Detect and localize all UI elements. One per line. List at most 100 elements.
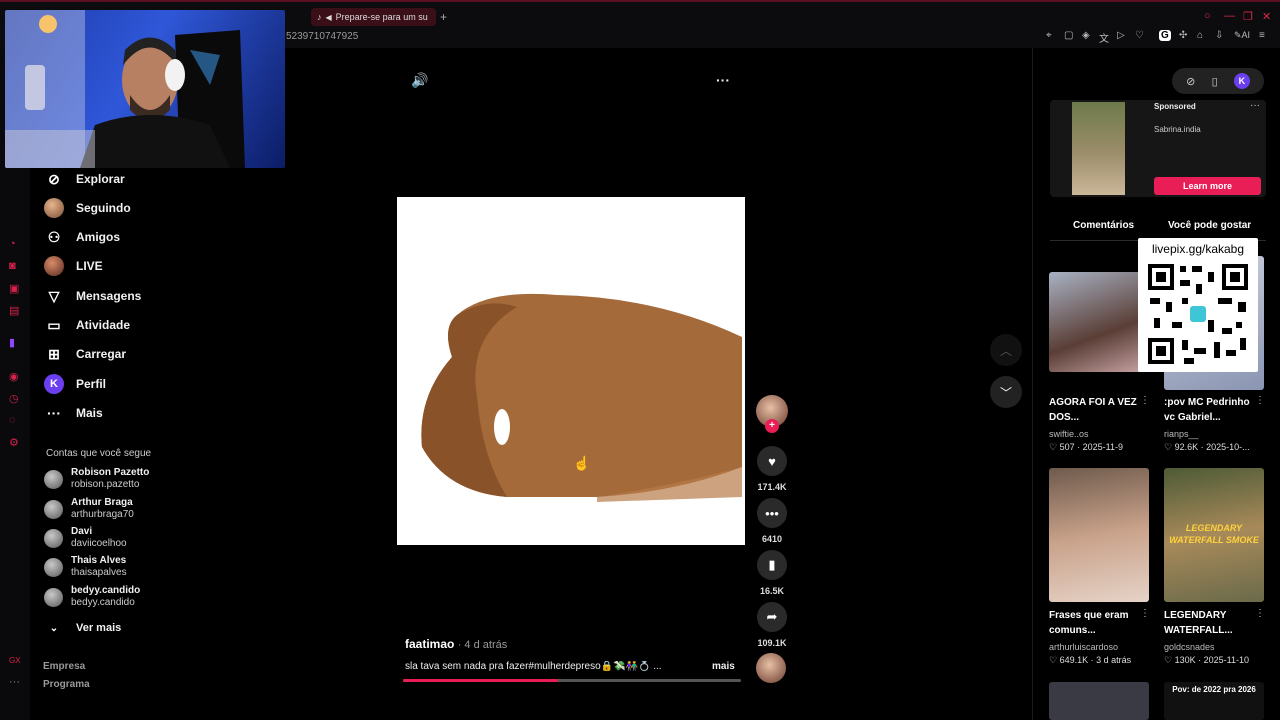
- recommendation-author[interactable]: arthurluiscardoso: [1049, 642, 1118, 652]
- following-account[interactable]: bedyy.candido bedyy.candido: [44, 585, 140, 609]
- minimize-icon[interactable]: —: [1224, 10, 1235, 22]
- footer-link-programa[interactable]: Programa: [43, 679, 90, 690]
- sidebar-icon-1[interactable]: ◔: [9, 238, 16, 250]
- browser-tab-active[interactable]: ♪ ◀ Prepare-se para um su: [311, 8, 436, 26]
- account-name: Arthur Braga: [71, 497, 133, 508]
- download-icon[interactable]: ⇩: [1215, 30, 1223, 41]
- twitch-icon[interactable]: ▮: [9, 336, 15, 349]
- account-handle: thaisapalves: [71, 567, 127, 578]
- nav-label: Perfil: [76, 377, 107, 391]
- sidebar-icon-5[interactable]: ◉: [9, 370, 19, 383]
- account-name: Thais Alves: [71, 555, 127, 566]
- following-account[interactable]: Arthur Braga arthurbraga70: [44, 497, 134, 521]
- ad-image: [1072, 102, 1125, 195]
- volume-icon[interactable]: 🔊: [411, 72, 428, 89]
- music-disc-avatar[interactable]: [756, 653, 786, 683]
- settings-icon[interactable]: ⚙: [9, 436, 19, 449]
- recommendation-title[interactable]: Frases que eram comuns...: [1049, 608, 1139, 638]
- sidebar-icon-2[interactable]: ◙: [9, 260, 16, 272]
- play-icon[interactable]: ▷: [1117, 30, 1125, 41]
- tab-voce-pode-gostar[interactable]: Você pode gostar: [1168, 220, 1251, 231]
- heart-outline-icon[interactable]: ♡: [1135, 30, 1144, 41]
- nav-amigos[interactable]: ⚇ Amigos: [44, 227, 120, 247]
- sidebar-icon-3[interactable]: ▣: [9, 282, 19, 295]
- nav-perfil[interactable]: K Perfil: [44, 374, 106, 394]
- ai-icon[interactable]: ✎AI: [1234, 30, 1250, 41]
- heart-icon: ♥: [768, 453, 776, 469]
- clock-icon[interactable]: ◷: [9, 392, 19, 405]
- nav-mais[interactable]: ··· Mais: [44, 403, 103, 423]
- grammarly-icon[interactable]: G: [1159, 30, 1171, 41]
- share-icon: ➦: [766, 609, 778, 624]
- nav-atividade[interactable]: ▭ Atividade: [44, 315, 130, 335]
- video-progress-bar[interactable]: [403, 679, 741, 682]
- search-icon[interactable]: ○: [1204, 10, 1211, 22]
- like-count: 171.4K: [757, 482, 787, 492]
- nav-label: Explorar: [76, 172, 125, 186]
- recommended-video-thumb[interactable]: [1049, 682, 1149, 720]
- video-author[interactable]: faatimao · 4 d atrás: [405, 637, 507, 651]
- recommendation-more-icon[interactable]: ⋮: [1140, 395, 1150, 406]
- maximize-icon[interactable]: ❐: [1243, 10, 1253, 23]
- previous-video-button[interactable]: ︿: [990, 334, 1022, 366]
- sidebar-icon-6[interactable]: ◌: [9, 414, 16, 426]
- recommendation-more-icon[interactable]: ⋮: [1255, 395, 1265, 406]
- recommendation-more-icon[interactable]: ⋮: [1255, 608, 1265, 619]
- more-options-icon[interactable]: ···: [716, 72, 730, 88]
- recommendation-title[interactable]: :pov MC Pedrinho vc Gabriel...: [1164, 395, 1254, 425]
- extensions-icon[interactable]: ✣: [1179, 30, 1187, 41]
- phone-icon[interactable]: ▯: [1212, 75, 1218, 88]
- translate-icon[interactable]: 文: [1099, 30, 1109, 45]
- footer-link-empresa[interactable]: Empresa: [43, 661, 85, 672]
- ad-more-icon[interactable]: ···: [1250, 100, 1260, 111]
- nav-live[interactable]: LIVE: [44, 256, 103, 276]
- lock-icon[interactable]: ⌂: [1197, 30, 1203, 41]
- comment-button[interactable]: •••: [757, 498, 787, 528]
- hand-cursor-icon: ☝: [573, 455, 591, 471]
- recommendation-author[interactable]: goldcsnades: [1164, 642, 1215, 652]
- gx-icon[interactable]: GX: [9, 656, 21, 665]
- qr-code-image: [1148, 264, 1248, 364]
- close-icon[interactable]: ✕: [1262, 10, 1271, 23]
- recommended-video-thumb[interactable]: [1049, 272, 1149, 372]
- follow-button[interactable]: +: [765, 419, 779, 433]
- menu-icon[interactable]: ≡: [1259, 30, 1265, 41]
- nav-label: LIVE: [76, 259, 103, 273]
- recommendation-title[interactable]: AGORA FOI A VEZ DOS...: [1049, 395, 1139, 425]
- recommended-video-thumb[interactable]: LEGENDARY WATERFALL SMOKE: [1164, 468, 1264, 602]
- nav-mensagens[interactable]: ▽ Mensagens: [44, 286, 142, 306]
- save-button[interactable]: ▮: [757, 550, 787, 580]
- recommended-video-thumb[interactable]: [1049, 468, 1149, 602]
- snapshot-icon[interactable]: ▢: [1064, 30, 1073, 41]
- nav-explorar[interactable]: ⊘ Explorar: [44, 169, 125, 189]
- nav-seguindo[interactable]: Seguindo: [44, 198, 131, 218]
- caption-more-button[interactable]: mais: [712, 661, 735, 672]
- see-more-button[interactable]: ⌄ Ver mais: [44, 618, 121, 638]
- more-dots-icon[interactable]: ···: [9, 676, 20, 688]
- recommendation-date: 2025-10-...: [1206, 442, 1250, 452]
- video-player[interactable]: [397, 197, 745, 545]
- profile-icon[interactable]: K: [1233, 73, 1250, 89]
- following-account[interactable]: Robison Pazetto robison.pazetto: [44, 467, 149, 491]
- recommended-video-thumb[interactable]: Pov: de 2022 pra 2026: [1164, 682, 1264, 720]
- next-video-button[interactable]: ﹀: [990, 376, 1022, 408]
- nav-carregar[interactable]: ⊞ Carregar: [44, 344, 126, 364]
- avatar: [44, 469, 63, 489]
- following-account[interactable]: Davi daviicoelhoo: [44, 526, 127, 550]
- recommendation-author[interactable]: swiftie..os: [1049, 429, 1089, 439]
- following-account[interactable]: Thais Alves thaisapalves: [44, 555, 127, 579]
- compass-icon[interactable]: ⊘: [1186, 75, 1195, 88]
- learn-more-button[interactable]: Learn more: [1154, 177, 1261, 195]
- browser-tab-label: Prepare-se para um su: [335, 12, 428, 22]
- recommendation-likes: 92.6K: [1174, 442, 1199, 452]
- sidebar-icon-4[interactable]: ▤: [9, 304, 19, 317]
- recommendation-title[interactable]: LEGENDARY WATERFALL...: [1164, 608, 1254, 638]
- shield-icon[interactable]: ◈: [1082, 30, 1090, 41]
- share-button[interactable]: ➦: [757, 602, 787, 632]
- recommendation-author[interactable]: rianps__: [1164, 429, 1199, 439]
- new-tab-button[interactable]: +: [440, 10, 447, 24]
- like-button[interactable]: ♥: [757, 446, 787, 476]
- pin-icon[interactable]: ⌖: [1046, 30, 1052, 41]
- tab-comentarios[interactable]: Comentários: [1073, 220, 1134, 231]
- recommendation-more-icon[interactable]: ⋮: [1140, 608, 1150, 619]
